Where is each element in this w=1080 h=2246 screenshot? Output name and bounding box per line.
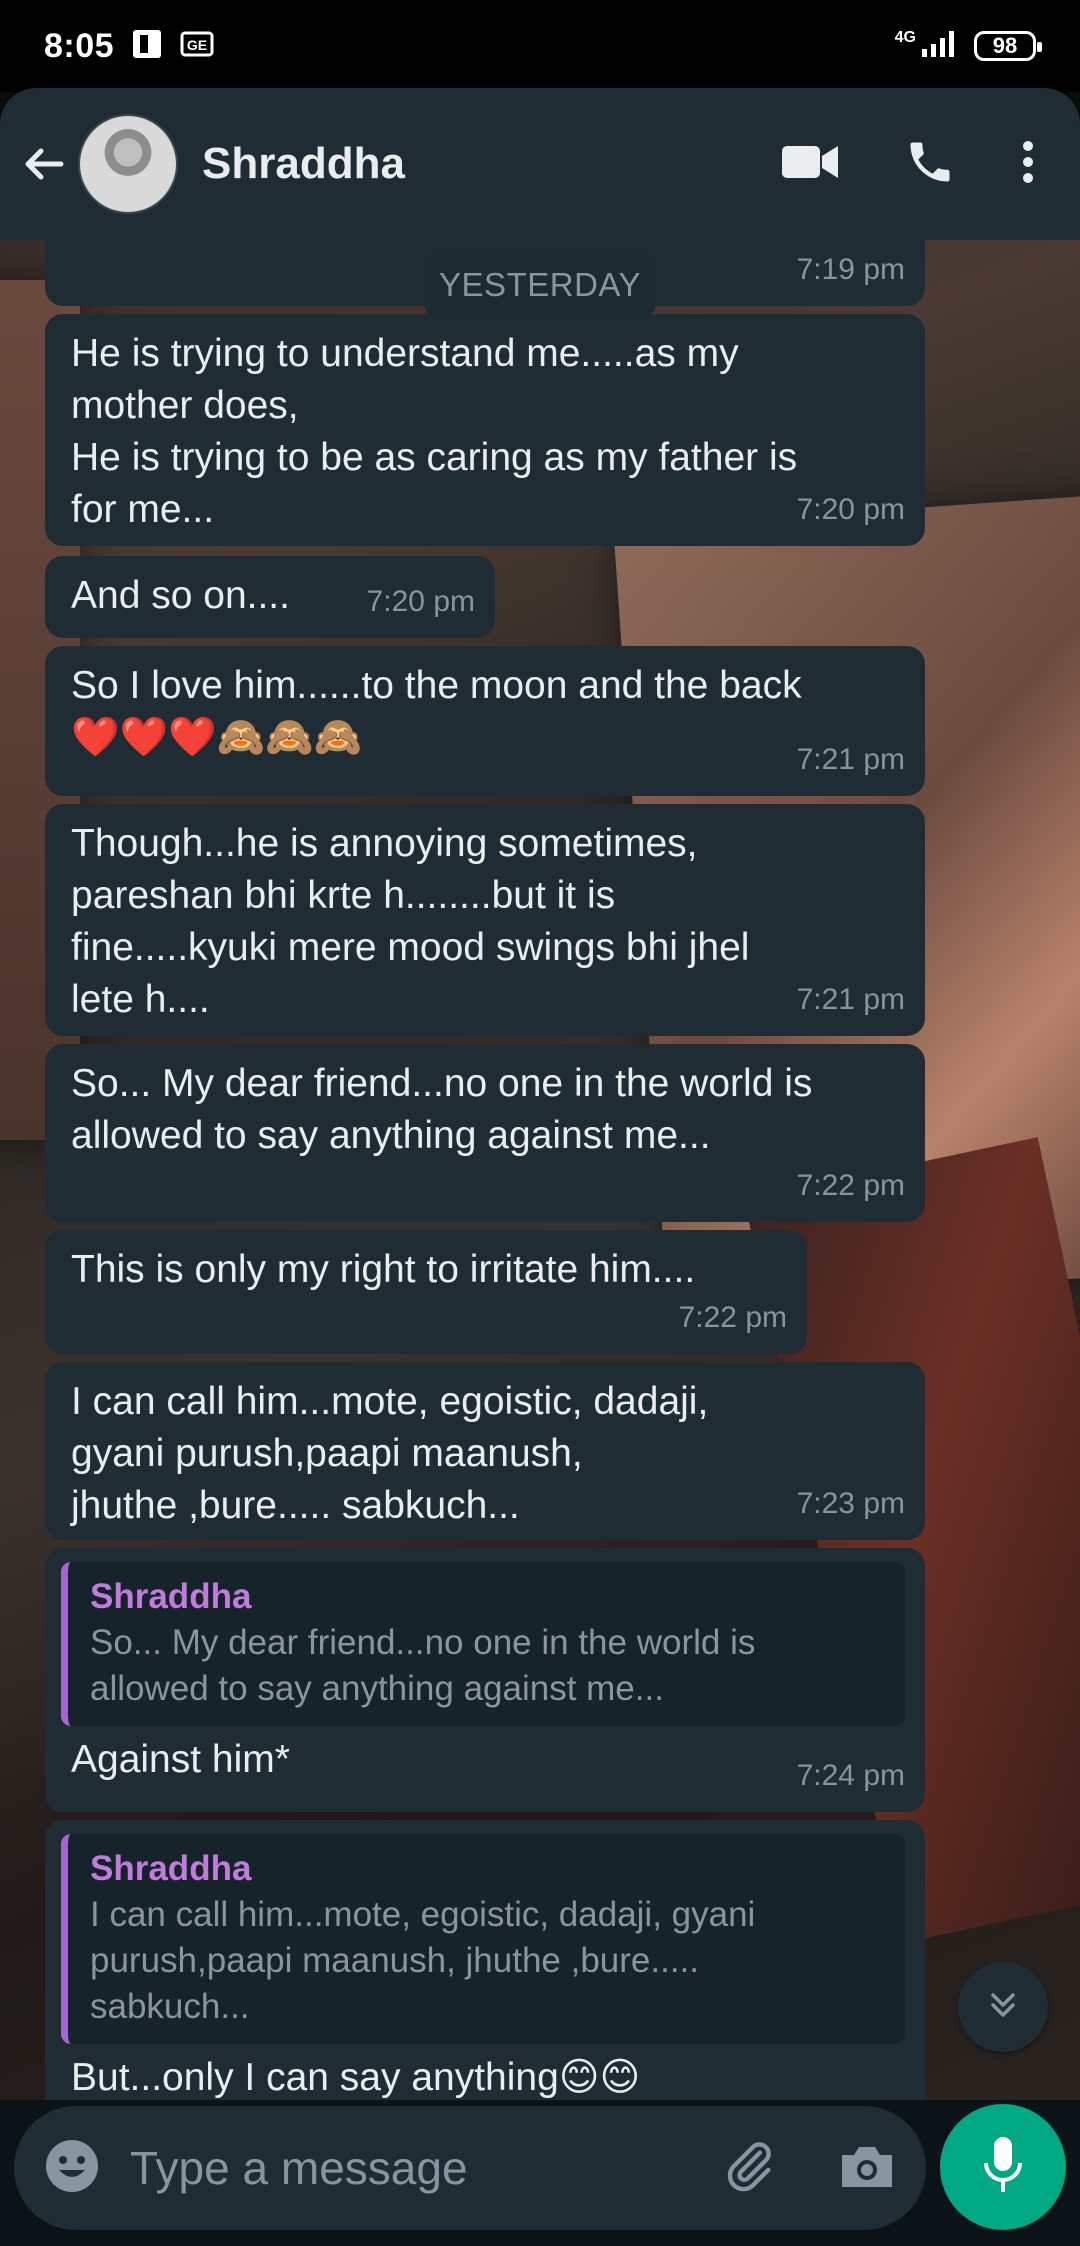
message-text: This is only my right to irritate him...… <box>71 1248 696 1291</box>
emoji-icon[interactable] <box>44 2138 100 2199</box>
notification-icon <box>130 27 164 66</box>
reply-message-bubble[interactable]: Shraddha I can call him...mote, egoistic… <box>45 1820 925 2100</box>
message-bubble[interactable]: So I love him......to the moon and the b… <box>45 646 925 796</box>
message-time: 7:20 pm <box>366 585 475 618</box>
scroll-down-button[interactable] <box>958 1962 1048 2052</box>
message-bubble[interactable]: So... My dear friend...no one in the wor… <box>45 1044 925 1222</box>
contact-name[interactable]: Shraddha <box>202 139 405 189</box>
message-time: 7:20 pm <box>796 493 905 526</box>
message-time: 7:21 pm <box>796 983 905 1016</box>
message-time: 7:22 pm <box>678 1301 787 1334</box>
more-options-icon[interactable] <box>1020 138 1036 191</box>
quoted-message[interactable]: Shraddha So... My dear friend...no one i… <box>61 1562 905 1726</box>
message-bubble[interactable]: This is only my right to irritate him...… <box>45 1230 807 1354</box>
back-arrow-icon[interactable] <box>20 140 68 188</box>
video-call-icon[interactable] <box>780 142 840 187</box>
message-time: 7:19 pm <box>796 253 905 286</box>
message-text: So... My dear friend...no one in the wor… <box>71 1062 813 1157</box>
battery-level: 98 <box>992 33 1018 58</box>
avatar[interactable] <box>78 114 178 214</box>
message-bubble[interactable]: I can call him...mote, egoistic, dadaji,… <box>45 1362 925 1540</box>
camera-icon[interactable] <box>838 2141 896 2196</box>
message-text: He is trying to understand me.....as my … <box>71 332 798 531</box>
message-text: Against him* <box>71 1738 290 1781</box>
message-time: 7:21 pm <box>796 743 905 776</box>
quoted-message[interactable]: Shraddha I can call him...mote, egoistic… <box>61 1834 905 2044</box>
message-input[interactable]: Type a message <box>14 2106 926 2230</box>
message-bubble[interactable]: And so on.... 7:20 pm <box>45 556 495 638</box>
message-bubble[interactable]: Though...he is annoying sometimes, pares… <box>45 804 925 1036</box>
message-text: I can call him...mote, egoistic, dadaji,… <box>71 1380 709 1527</box>
status-time: 8:05 <box>44 26 115 65</box>
attach-icon[interactable] <box>720 2137 778 2200</box>
gallery-notification-icon: GE <box>180 31 214 62</box>
input-bar: Type a message <box>0 2100 1080 2246</box>
quoted-text: I can call him...mote, egoistic, dadaji,… <box>90 1895 756 2026</box>
reply-message-bubble[interactable]: Shraddha So... My dear friend...no one i… <box>45 1548 925 1812</box>
day-separator: YESTERDAY <box>424 254 656 316</box>
message-text: So I love him......to the moon and the b… <box>71 664 802 759</box>
message-placeholder: Type a message <box>130 2142 468 2194</box>
mic-icon <box>979 2135 1027 2200</box>
message-time: 7:23 pm <box>796 1487 905 1520</box>
message-text: Though...he is annoying sometimes, pares… <box>71 822 750 1021</box>
quoted-text: So... My dear friend...no one in the wor… <box>90 1623 756 1708</box>
message-time: 7:24 pm <box>796 1759 905 1792</box>
status-bar: 8:05 GE 4G 98 <box>0 0 1080 92</box>
network-label: 4G <box>894 29 916 46</box>
quoted-sender: Shraddha <box>90 1577 252 1616</box>
svg-text:GE: GE <box>187 37 207 53</box>
mic-button[interactable] <box>940 2104 1066 2230</box>
message-text: But...only I can say anything😊😊 <box>71 2056 641 2099</box>
voice-call-icon[interactable] <box>904 136 956 193</box>
chat-header: Shraddha <box>0 88 1080 240</box>
signal-icon <box>920 29 960 64</box>
battery-indicator: 98 <box>974 31 1042 61</box>
message-time: 7:22 pm <box>796 1169 905 1202</box>
message-bubble[interactable]: He is trying to understand me.....as my … <box>45 314 925 546</box>
scroll-down-icon <box>985 1987 1021 2028</box>
quoted-sender: Shraddha <box>90 1849 252 1888</box>
